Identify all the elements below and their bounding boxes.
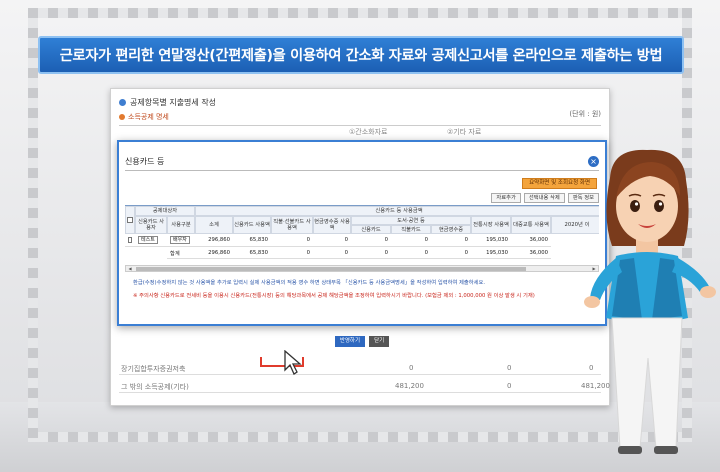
sum-total: 296,860 [195, 247, 233, 259]
credit-cell[interactable]: 65,830 [233, 234, 271, 247]
header-market-debit: 직불카드 [391, 225, 431, 234]
bullet-icon [119, 99, 126, 106]
header-market-credit: 신용카드 [351, 225, 391, 234]
relation-cell: 배우자 [167, 234, 195, 247]
row-label: 그 밖의 소득공제(기타) [121, 383, 189, 391]
market-debit-cell[interactable]: 0 [391, 234, 431, 247]
scroll-left-icon[interactable]: ◀ [127, 266, 133, 271]
name-select[interactable]: 테스트 [138, 236, 158, 244]
sum-cash: 0 [313, 247, 351, 259]
credit-card-dialog: 신용카드 등 × 요약화면 및 조회요청 화면 자료추가 선택내용 삭제 판독 … [117, 140, 607, 347]
debit-cell[interactable]: 0 [271, 234, 313, 247]
background-table-header: ①간소화자료 ②기타 자료 [119, 125, 601, 136]
name-cell: 테스트 [135, 234, 167, 247]
credit-card-grid: 공제대상자 신용카드 등 사용금액 신용카드 사용자 사용구분 소계 신용카드 … [125, 205, 599, 263]
horizontal-scrollbar[interactable]: ◀ ▶ [125, 265, 599, 272]
row-label: 장기집합투자증권저축 [121, 365, 186, 373]
header-relation: 사용구분 [167, 216, 195, 234]
row-checkbox-cell [125, 234, 135, 247]
sum-market-cash: 0 [431, 247, 471, 259]
header-cash: 현금영수증 사용액 [313, 216, 351, 234]
market-cash-cell[interactable]: 0 [431, 234, 471, 247]
dialog-footer: 반영하기 닫기 [119, 336, 605, 347]
title-banner: 근로자가 편리한 연말정산(간편제출)을 이용하여 간소화 자료와 공제신고서를… [38, 36, 684, 74]
scroll-thumb[interactable] [136, 267, 526, 271]
close-button[interactable]: 닫기 [369, 336, 390, 347]
dialog-notes: 환급(수정)수정하지 않는 것 사용액을 추가로 입력시 실제 사용금액의 적용… [133, 280, 591, 300]
page-subtitle: 소득공제 명세 [119, 112, 169, 122]
presenter-character-icon [584, 149, 716, 454]
page-title: 공제항목별 지출명세 작성 [119, 97, 216, 108]
sum-debit: 0 [271, 247, 313, 259]
sum-label: 합계 [167, 247, 195, 259]
table-row: 그 밖의 소득공제(기타) 481,200 0 481,200 [119, 379, 610, 393]
header-transit: 대중교통 사용액 [511, 216, 551, 234]
header-traditional: 전통시장 사용액 [471, 216, 511, 234]
header-market-group: 도서·공연 등 [351, 216, 471, 225]
header-name: 신용카드 사용자 [135, 216, 167, 234]
dialog-title: 신용카드 등 [125, 157, 165, 166]
frame-border-left [28, 8, 38, 442]
header-market-cash: 현금영수증 [431, 225, 471, 234]
transit-cell[interactable]: 36,000 [511, 234, 551, 247]
header-col-2: ②기타 자료 [447, 128, 482, 136]
subtitle-text: 소득공제 명세 [128, 113, 169, 121]
header-debit: 직불·선불카드 사용액 [271, 216, 313, 234]
row-value: 0 [409, 364, 414, 372]
total-cell: 296,860 [195, 234, 233, 247]
header-checkbox-cell [125, 206, 135, 234]
row-value: 0 [507, 364, 512, 372]
header-subject: 공제대상자 [135, 206, 195, 216]
bullet-icon [119, 114, 125, 120]
market-credit-cell[interactable]: 0 [351, 234, 391, 247]
mouse-cursor-icon [284, 350, 302, 375]
divider [125, 170, 599, 171]
sum-traditional: 195,030 [471, 247, 511, 259]
sum-transit: 36,000 [511, 247, 551, 259]
header-col-1: ①간소화자료 [349, 128, 388, 136]
relation-select[interactable]: 배우자 [170, 236, 190, 244]
row-value: 481,200 [395, 382, 424, 390]
page-title-text: 공제항목별 지출명세 작성 [130, 98, 217, 107]
add-data-button[interactable]: 자료추가 [491, 193, 521, 203]
delete-selected-button[interactable]: 선택내용 삭제 [523, 193, 565, 203]
sum-credit: 65,830 [233, 247, 271, 259]
apply-button[interactable]: 반영하기 [334, 336, 366, 347]
row-value: 0 [507, 382, 512, 390]
banner-title: 근로자가 편리한 연말정산(간편제출)을 이용하여 간소화 자료와 공제신고서를… [59, 48, 663, 64]
sum-market-credit: 0 [351, 247, 391, 259]
header-group: 신용카드 등 사용금액 [195, 206, 599, 216]
cash-cell[interactable]: 0 [313, 234, 351, 247]
header-total: 소계 [195, 216, 233, 234]
row-checkbox[interactable] [128, 237, 132, 243]
note-red: ※ 주의사항 신용카드로 전세비 등을 이용시 신용카드(전통시장) 등의 해당… [133, 293, 535, 299]
note-blue: 환급(수정)수정하지 않는 것 사용액을 추가로 입력시 실제 사용금액의 적용… [133, 280, 486, 286]
traditional-cell[interactable]: 195,030 [471, 234, 511, 247]
sum-market-debit: 0 [391, 247, 431, 259]
unit-label: (단위 : 원) [569, 110, 601, 118]
header-credit: 신용카드 사용액 [233, 216, 271, 234]
table-row: 장기집합투자증권저축 0 0 0 [119, 361, 601, 375]
select-all-checkbox[interactable] [127, 217, 133, 223]
frame-border-top [28, 8, 692, 18]
